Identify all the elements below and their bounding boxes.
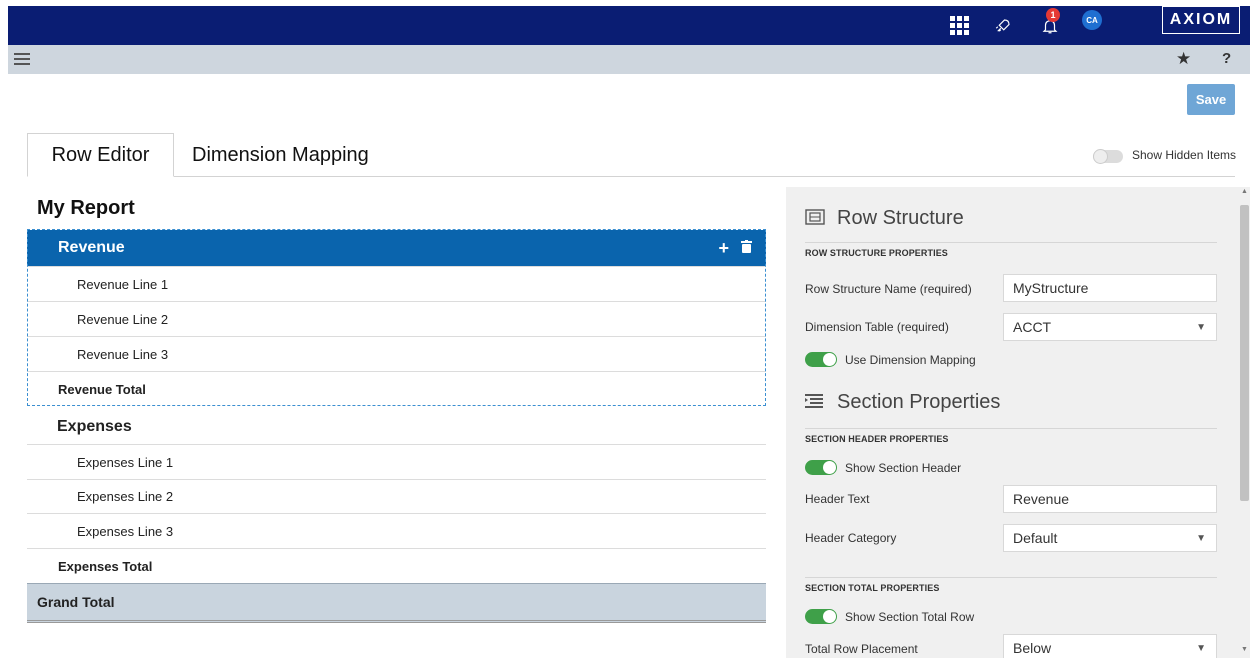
list-item[interactable]: Revenue Line 3 [27,337,766,372]
user-avatar[interactable]: CA [1082,10,1102,30]
dimension-table-select[interactable]: ACCT ▼ [1003,313,1217,341]
help-icon[interactable]: ? [1222,50,1231,67]
panel-scrollbar-thumb[interactable] [1240,205,1249,501]
tab-dimension-mapping[interactable]: Dimension Mapping [192,133,369,177]
section-properties-icon [805,393,827,412]
row-structure-name-value: MyStructure [1013,280,1089,296]
header-category-select[interactable]: Default ▼ [1003,524,1217,552]
section-header-label: Revenue [58,239,125,256]
scroll-up-icon[interactable]: ▲ [1241,188,1248,195]
row-label: Revenue Line 1 [77,276,169,292]
top-nav-bar [8,6,1250,45]
axiom-logo: AXIOM [1162,6,1240,34]
section-total-subheading: SECTION TOTAL PROPERTIES [805,583,940,593]
header-text-value: Revenue [1013,491,1070,507]
header-category-label: Header Category [805,531,897,545]
star-icon[interactable]: ★ [1176,49,1191,69]
row-label: Expenses Line 3 [77,523,174,539]
save-button[interactable]: Save [1187,84,1235,115]
notification-badge: 1 [1046,8,1060,22]
section-header-label: Expenses [57,417,132,435]
list-item[interactable]: Expenses Line 2 [27,480,766,514]
row-structure-heading: Row Structure [805,207,964,230]
total-row-placement-value: Below [1013,640,1052,656]
section-header-subheading: SECTION HEADER PROPERTIES [805,434,949,444]
section-header-expenses[interactable]: Expenses [27,409,766,445]
list-item[interactable]: Revenue Line 1 [27,267,766,302]
header-category-value: Default [1013,530,1058,546]
sub-toolbar: ★ ? [8,45,1250,74]
rocket-icon[interactable] [991,6,1015,45]
properties-panel: Row Structure ROW STRUCTURE PROPERTIES R… [786,187,1238,658]
section-properties-title: Section Properties [837,391,1001,413]
row-structure-subheading: ROW STRUCTURE PROPERTIES [805,248,948,258]
divider [805,242,1217,243]
row-label: Revenue Line 3 [77,346,169,362]
add-row-icon[interactable]: + [718,238,729,259]
chevron-down-icon: ▼ [1196,321,1206,333]
header-text-label: Header Text [805,492,870,506]
row-label: Expenses Line 1 [77,454,174,470]
apps-grid-icon[interactable] [948,6,970,45]
show-section-total-toggle[interactable] [805,609,837,624]
chevron-down-icon: ▼ [1196,642,1206,654]
total-row-placement-label: Total Row Placement [805,642,918,656]
section-total-expenses[interactable]: Expenses Total [27,549,766,583]
show-hidden-items-toggle[interactable] [1093,149,1123,164]
divider [805,428,1217,429]
dimension-table-label: Dimension Table (required) [805,320,949,334]
row-label: Expenses Line 2 [77,489,174,504]
show-section-header-toggle[interactable] [805,460,837,475]
section-header-revenue[interactable]: Revenue + [27,230,766,267]
header-text-field[interactable]: Revenue [1003,485,1217,513]
report-title: My Report [37,197,135,219]
list-item[interactable]: Expenses Line 1 [27,445,766,480]
show-section-total-label: Show Section Total Row [845,610,975,624]
divider [805,577,1217,578]
show-section-header-label: Show Section Header [845,461,962,475]
row-structure-name-label: Row Structure Name (required) [805,282,972,296]
use-dimension-mapping-label: Use Dimension Mapping [845,353,976,367]
hamburger-icon[interactable] [14,53,30,66]
section-properties-heading: Section Properties [805,391,1000,414]
tab-row-editor[interactable]: Row Editor [27,133,174,177]
use-dimension-mapping-toggle[interactable] [805,352,837,367]
list-item[interactable]: Expenses Line 3 [27,514,766,549]
row-structure-icon [805,208,827,229]
row-structure-name-field[interactable]: MyStructure [1003,274,1217,302]
row-label: Grand Total [37,594,115,610]
section-total-revenue[interactable]: Revenue Total [27,372,766,406]
total-row-placement-select[interactable]: Below ▼ [1003,634,1217,658]
chevron-down-icon: ▼ [1196,532,1206,544]
row-label: Expenses Total [58,558,153,574]
delete-icon[interactable] [741,240,752,256]
show-hidden-items-label: Show Hidden Items [1132,148,1237,162]
grand-total-row[interactable]: Grand Total [27,583,766,623]
row-structure-title: Row Structure [837,207,964,229]
list-item[interactable]: Revenue Line 2 [27,302,766,337]
scroll-down-icon[interactable]: ▼ [1241,646,1248,653]
editor-tabs: Row Editor Dimension Mapping [27,133,1235,177]
dimension-table-value: ACCT [1013,319,1052,335]
row-label: Revenue Total [58,381,146,397]
row-label: Revenue Line 2 [77,311,169,327]
